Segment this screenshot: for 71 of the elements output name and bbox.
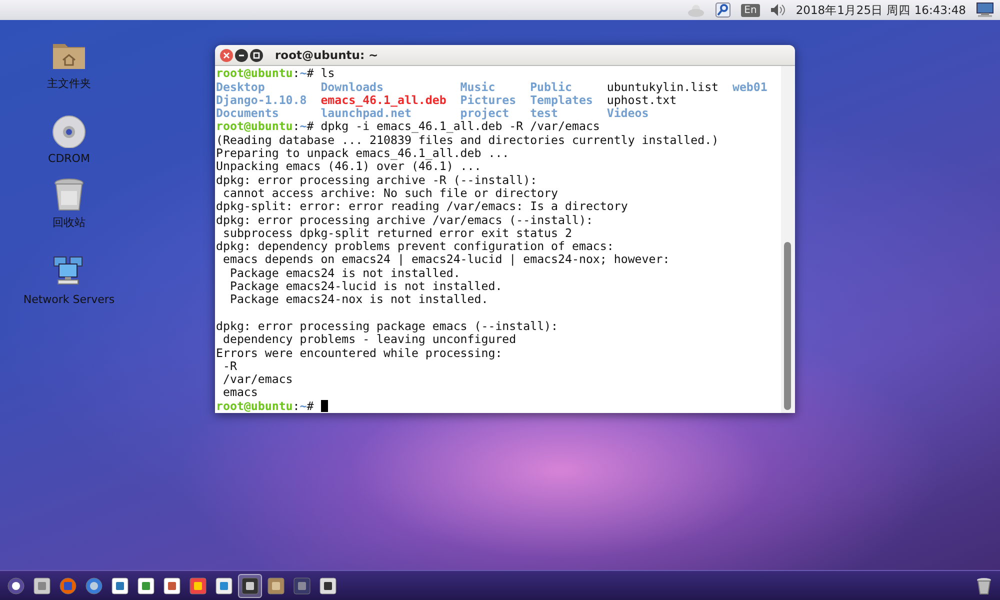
file-name: Desktop	[216, 80, 265, 94]
file-name: Music	[460, 80, 496, 94]
output-line: dpkg: dependency problems prevent configuration of emacs:	[216, 240, 614, 254]
output-line: -R	[222, 360, 237, 374]
terminal-icon	[241, 576, 259, 594]
file-name: launchpad.net	[320, 107, 412, 120]
file-name: test	[530, 107, 558, 120]
output-line: emacs depends on emacs24 | emacs24-lucid | emacs24-nox; however:	[222, 253, 670, 267]
output-line: Preparing to unpack emacs_46.1_all.deb ...	[216, 147, 510, 160]
window-title: root@ubuntu: ~	[275, 48, 378, 62]
file-name: uphost.txt	[606, 94, 677, 108]
minimize-icon	[238, 52, 245, 59]
output-line: /var/emacs	[222, 373, 293, 386]
output-line: Package emacs24-nox is not installed.	[228, 293, 488, 307]
volume-icon[interactable]	[770, 3, 786, 17]
file-name: Documents	[216, 107, 279, 120]
computer-icon[interactable]	[976, 2, 994, 18]
scrollbar-thumb[interactable]	[784, 242, 791, 410]
output-line: Unpacking emacs (46.1) over (46.1) ...	[216, 160, 482, 174]
output-line: dependency problems - leaving unconfigured	[222, 333, 516, 347]
maximize-button[interactable]	[250, 48, 263, 62]
close-button[interactable]	[220, 48, 233, 62]
output-line: Package emacs24 is not installed.	[228, 266, 460, 280]
file-name: web01	[732, 80, 768, 94]
prompt-line: root@ubuntu:~# dpkg -i emacs_46.1_all.deb -R /var/emacs	[216, 120, 601, 134]
app-icon	[33, 576, 51, 594]
prompt-line: root@ubuntu:~#	[216, 400, 781, 413]
clock[interactable]: 2018年1月25日 周四 16:43:48	[796, 2, 966, 18]
file-name: Downloads	[320, 80, 384, 94]
close-icon	[223, 52, 230, 59]
output-line: Package emacs24-lucid is not installed.	[228, 280, 502, 294]
desktop-icon-label[interactable]: 主文件夹	[47, 76, 91, 91]
file-name: Django-1.10.8	[216, 94, 307, 108]
app-icon	[85, 576, 103, 594]
output-line: cannot access archive: No such file or directory	[222, 186, 558, 200]
keyboard-layout-indicator[interactable]: En	[741, 4, 760, 16]
search-icon[interactable]	[715, 2, 732, 18]
desktop-icon-label[interactable]: CDROM	[48, 152, 90, 165]
file-name: Public	[530, 80, 572, 94]
app-icon	[111, 576, 129, 594]
file-name: emacs_46.1_all.deb	[320, 94, 446, 108]
scrollbar[interactable]	[781, 66, 795, 413]
output-line: dpkg: error processing archive -R (--install):	[216, 174, 538, 187]
app-icon	[7, 576, 25, 594]
output-line: subprocess dpkg-split returned error exit status 2	[222, 226, 572, 240]
app-icon	[189, 576, 207, 594]
app-icon	[267, 576, 285, 594]
app-icon	[163, 576, 181, 594]
output-line: dpkg: error processing package emacs (--install):	[216, 320, 558, 334]
file-name: Videos	[606, 107, 649, 120]
file-name: project	[460, 107, 510, 120]
app-icon	[215, 576, 233, 594]
maximize-icon	[253, 52, 260, 59]
file-name: Pictures	[460, 94, 516, 108]
output-line: Errors were encountered while processing:	[216, 346, 502, 360]
minimize-button[interactable]	[235, 48, 248, 62]
file-name: ubuntukylin.list	[606, 80, 719, 94]
output-line: emacs	[222, 386, 258, 400]
app-icon	[137, 576, 155, 594]
desktop-icon-label[interactable]: 回收站	[52, 215, 86, 230]
trash-icon	[976, 576, 992, 594]
launcher-button[interactable]	[238, 574, 262, 598]
output-line: dpkg: error processing archive /var/emacs (--install):	[216, 214, 593, 227]
app-icon	[293, 576, 311, 594]
prompt-line: root@ubuntu:~# ls	[216, 67, 336, 81]
app-icon	[319, 576, 337, 594]
file-name: Templates	[530, 94, 593, 108]
desktop-icon-label[interactable]: Network Servers	[23, 293, 115, 306]
app-icon	[59, 576, 77, 594]
output-line: dpkg-split: error: error reading /var/emacs: Is a directory	[216, 200, 628, 214]
output-line: (Reading database ... 210839 files and directories currently installed.)	[216, 134, 719, 148]
